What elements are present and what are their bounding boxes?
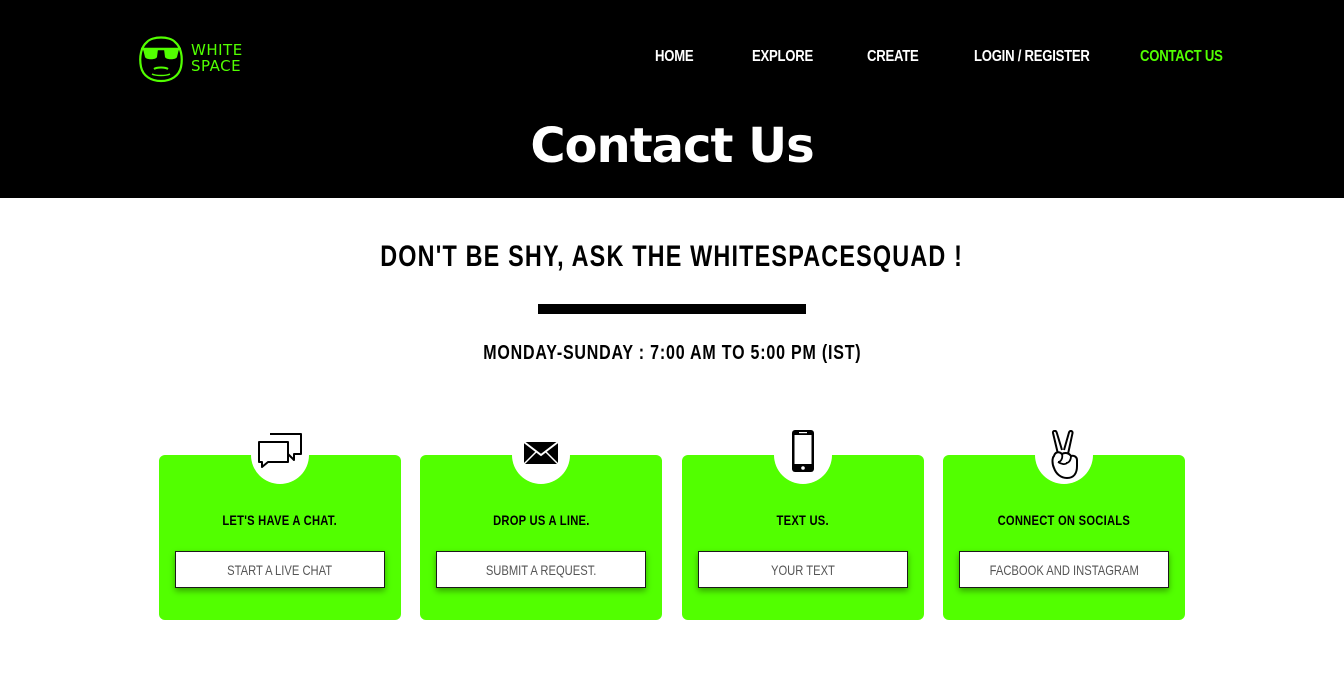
headline: DON'T BE SHY, ASK THE WHITESPACESQUAD !	[0, 240, 1344, 274]
divider	[538, 304, 806, 314]
chat-bubbles-icon	[258, 433, 302, 468]
brand-line-2: SPACE	[191, 57, 242, 75]
site-header: WHITE SPACE HOME EXPLORE CREATE LOGIN / …	[0, 0, 1344, 198]
button-label: YOUR TEXT	[771, 561, 835, 578]
card-icon-badge	[1035, 428, 1093, 484]
contact-card-chat: LET'S HAVE A CHAT. START A LIVE CHAT	[159, 428, 401, 620]
sunglasses-face-icon	[139, 36, 183, 83]
card-icon-badge	[251, 428, 309, 484]
card-title-text: CONNECT ON SOCIALS	[997, 512, 1131, 528]
brand-line-1: WHITE	[191, 41, 243, 59]
page-title: Contact Us	[530, 118, 814, 174]
smartphone-icon	[792, 430, 814, 472]
peace-hand-icon	[1051, 430, 1078, 479]
card-title-text: LET'S HAVE A CHAT.	[222, 512, 338, 528]
card-title: LET'S HAVE A CHAT.	[159, 512, 401, 528]
facebook-instagram-button[interactable]: FACBOOK AND INSTAGRAM	[959, 551, 1169, 588]
contact-card-text: TEXT US. YOUR TEXT	[682, 428, 924, 620]
card-title-text: TEXT US.	[776, 512, 830, 528]
start-live-chat-button[interactable]: START A LIVE CHAT	[175, 551, 385, 588]
button-label: START A LIVE CHAT	[227, 561, 333, 578]
nav-contact-us[interactable]: CONTACT US	[1140, 48, 1223, 66]
card-title-text: DROP US A LINE.	[492, 512, 590, 528]
submit-request-button[interactable]: SUBMIT A REQUEST.	[436, 551, 646, 588]
card-title: TEXT US.	[682, 512, 924, 528]
brand-logo[interactable]: WHITE SPACE	[136, 33, 243, 83]
business-hours: MONDAY-SUNDAY : 7:00 AM TO 5:00 PM (IST)	[0, 342, 1344, 365]
nav-explore[interactable]: EXPLORE	[752, 48, 813, 66]
business-hours-text: MONDAY-SUNDAY : 7:00 AM TO 5:00 PM (IST)	[482, 342, 862, 364]
card-title: DROP US A LINE.	[420, 512, 662, 528]
nav-home[interactable]: HOME	[655, 48, 694, 66]
card-icon-badge	[774, 428, 832, 484]
button-label: SUBMIT A REQUEST.	[485, 561, 597, 578]
contact-card-socials: CONNECT ON SOCIALS FACBOOK AND INSTAGRAM	[943, 428, 1185, 620]
headline-text: DON'T BE SHY, ASK THE WHITESPACESQUAD !	[380, 240, 964, 273]
contact-card-email: DROP US A LINE. SUBMIT A REQUEST.	[420, 428, 662, 620]
envelope-icon	[523, 441, 559, 465]
button-label: FACBOOK AND INSTAGRAM	[989, 561, 1139, 578]
brand-name: WHITE SPACE	[191, 42, 243, 74]
nav-login-register[interactable]: LOGIN / REGISTER	[974, 48, 1090, 66]
nav-create[interactable]: CREATE	[867, 48, 919, 66]
card-icon-badge	[512, 428, 570, 484]
your-text-button[interactable]: YOUR TEXT	[698, 551, 908, 588]
card-title: CONNECT ON SOCIALS	[943, 512, 1185, 528]
